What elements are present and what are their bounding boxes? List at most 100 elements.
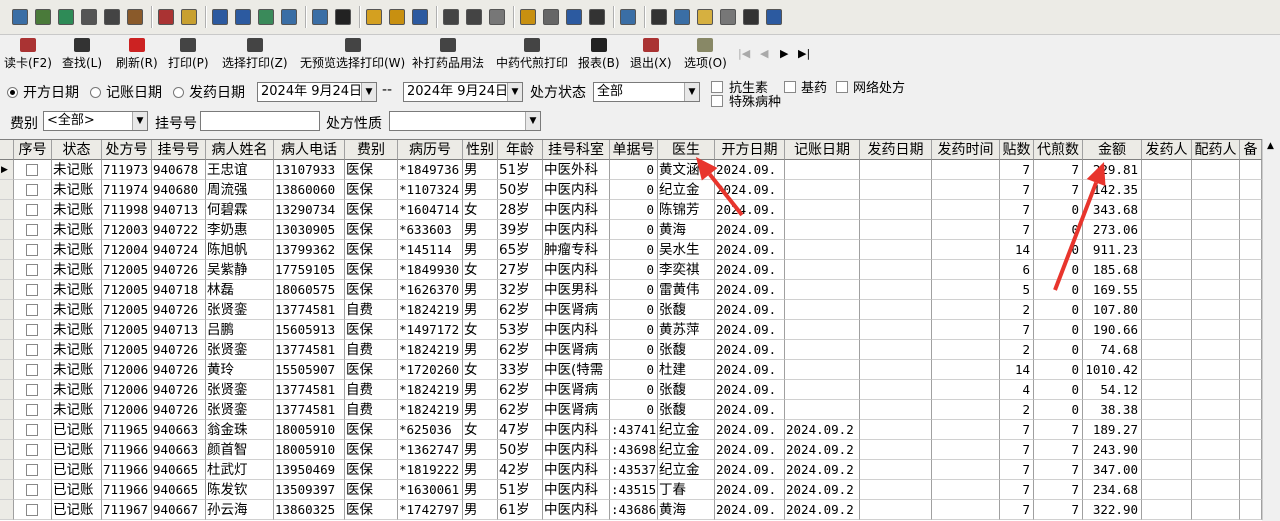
- col-status-cell[interactable]: 已记账: [52, 460, 102, 480]
- col-patient-phone-cell[interactable]: 13774581: [274, 400, 345, 420]
- col-patient-name-cell[interactable]: 李奶惠: [206, 220, 274, 240]
- select-checkbox-cell[interactable]: [14, 320, 52, 340]
- col-compounder-cell[interactable]: [1192, 180, 1240, 200]
- col-dispense-date-cell[interactable]: [860, 400, 932, 420]
- col-gender-header[interactable]: 性别: [463, 140, 498, 160]
- col-record-no-cell[interactable]: *1720260: [398, 360, 463, 380]
- col-amount-cell[interactable]: 229.81: [1083, 160, 1142, 180]
- col-status-cell[interactable]: 未记账: [52, 160, 102, 180]
- col-doses-cell[interactable]: 7: [1000, 500, 1034, 520]
- doc-edit-icon[interactable]: [212, 9, 228, 25]
- radio-account-date[interactable]: [90, 87, 101, 98]
- col-status-cell[interactable]: 未记账: [52, 400, 102, 420]
- table-row[interactable]: 未记账 712006 940726 张贤銮 13774581 自费 *1824219 男 62岁…: [0, 400, 1262, 420]
- col-patient-phone-cell[interactable]: 18005910: [274, 420, 345, 440]
- col-reg-no-cell[interactable]: 940680: [152, 180, 206, 200]
- col-doctor-cell[interactable]: 丁春: [658, 480, 715, 500]
- col-rx-date-cell[interactable]: 2024.09.: [715, 360, 785, 380]
- table-row[interactable]: 未记账 712004 940724 陈旭帆 13799362 医保 *145114 男 65岁肿…: [0, 240, 1262, 260]
- col-gender-cell[interactable]: 女: [463, 260, 498, 280]
- col-age-cell[interactable]: 62岁: [498, 400, 543, 420]
- col-compounder-cell[interactable]: [1192, 280, 1240, 300]
- col-dept-cell[interactable]: 中医(特需: [543, 360, 610, 380]
- row-indicator[interactable]: [0, 280, 14, 300]
- col-dispenser-cell[interactable]: [1142, 160, 1192, 180]
- col-amount-cell[interactable]: 347.00: [1083, 460, 1142, 480]
- col-doc-no-header[interactable]: 单据号: [610, 140, 658, 160]
- col-dispense-time-cell[interactable]: [932, 320, 1000, 340]
- col-account-date-cell[interactable]: [785, 220, 860, 240]
- col-doc-no-cell[interactable]: 0: [610, 220, 658, 240]
- col-dept-cell[interactable]: 中医男科: [543, 280, 610, 300]
- col-doc-no-cell[interactable]: 0: [610, 400, 658, 420]
- col-gender-cell[interactable]: 女: [463, 420, 498, 440]
- col-rx-date-cell[interactable]: 2024.09.: [715, 240, 785, 260]
- col-reg-no-cell[interactable]: 940726: [152, 260, 206, 280]
- refresh-button[interactable]: 刷新(R): [116, 38, 158, 74]
- col-dept-cell[interactable]: 中医内科: [543, 320, 610, 340]
- col-remark-cell[interactable]: [1240, 460, 1262, 480]
- col-rx-no-cell[interactable]: 711965: [102, 420, 152, 440]
- col-fee-type-cell[interactable]: 医保: [345, 480, 398, 500]
- col-record-no-cell[interactable]: *1819222: [398, 460, 463, 480]
- col-patient-name-cell[interactable]: 颜首智: [206, 440, 274, 460]
- col-gender-cell[interactable]: 男: [463, 300, 498, 320]
- row-indicator[interactable]: [0, 480, 14, 500]
- col-age-cell[interactable]: 62岁: [498, 380, 543, 400]
- magnifier-icon[interactable]: [566, 9, 582, 25]
- col-status-cell[interactable]: 已记账: [52, 420, 102, 440]
- row-indicator[interactable]: [0, 320, 14, 340]
- col-patient-name-cell[interactable]: 黄玲: [206, 360, 274, 380]
- col-doctor-cell[interactable]: 陈锦芳: [658, 200, 715, 220]
- col-record-no-cell[interactable]: *1362747: [398, 440, 463, 460]
- col-doctor-cell[interactable]: 吴水生: [658, 240, 715, 260]
- scroll-up-icon[interactable]: ▲: [1267, 141, 1274, 151]
- select-checkbox-cell[interactable]: [14, 220, 52, 240]
- checkbox-essential-drug[interactable]: [784, 81, 796, 93]
- col-dispense-time-cell[interactable]: [932, 380, 1000, 400]
- col-fee-type-cell[interactable]: 医保: [345, 240, 398, 260]
- col-amount-cell[interactable]: 190.66: [1083, 320, 1142, 340]
- col-rx-no-cell[interactable]: 712005: [102, 300, 152, 320]
- col-patient-phone-cell[interactable]: 13860325: [274, 500, 345, 520]
- col-patient-phone-cell[interactable]: 13860060: [274, 180, 345, 200]
- col-doctor-cell[interactable]: 纪立金: [658, 440, 715, 460]
- col-dispense-date-cell[interactable]: [860, 360, 932, 380]
- col-age-cell[interactable]: 51岁: [498, 160, 543, 180]
- select-checkbox-cell[interactable]: [14, 180, 52, 200]
- col-doctor-cell[interactable]: 黄苏萍: [658, 320, 715, 340]
- col-remark-cell[interactable]: [1240, 500, 1262, 520]
- col-fee-type-cell[interactable]: 医保: [345, 220, 398, 240]
- row-select-checkbox[interactable]: [26, 324, 38, 336]
- col-account-date-cell[interactable]: [785, 200, 860, 220]
- calendar-icon[interactable]: [235, 9, 251, 25]
- select-checkbox-cell[interactable]: [14, 200, 52, 220]
- col-dept-cell[interactable]: 中医内科: [543, 180, 610, 200]
- col-patient-name-header[interactable]: 病人姓名: [206, 140, 274, 160]
- col-gender-cell[interactable]: 男: [463, 440, 498, 460]
- col-dispenser-cell[interactable]: [1142, 360, 1192, 380]
- col-rx-date-cell[interactable]: 2024.09.: [715, 480, 785, 500]
- col-doc-no-cell[interactable]: 0: [610, 200, 658, 220]
- col-reg-no-cell[interactable]: 940713: [152, 320, 206, 340]
- col-dispense-date-cell[interactable]: [860, 240, 932, 260]
- checkbox-special-disease[interactable]: [711, 95, 723, 107]
- bell-icon[interactable]: [389, 9, 405, 25]
- col-status-cell[interactable]: 已记账: [52, 480, 102, 500]
- nav-last-button[interactable]: ▶|: [798, 47, 810, 60]
- col-reg-no-cell[interactable]: 940726: [152, 400, 206, 420]
- col-fee-type-cell[interactable]: 自费: [345, 380, 398, 400]
- row-indicator[interactable]: [0, 300, 14, 320]
- col-fee-type-cell[interactable]: 医保: [345, 280, 398, 300]
- col-doctor-header[interactable]: 医生: [658, 140, 715, 160]
- col-doctor-cell[interactable]: 黄海: [658, 500, 715, 520]
- col-remark-cell[interactable]: [1240, 400, 1262, 420]
- col-doctor-cell[interactable]: 李奕祺: [658, 260, 715, 280]
- col-compounder-cell[interactable]: [1192, 360, 1240, 380]
- row-select-checkbox[interactable]: [26, 384, 38, 396]
- table-row[interactable]: 已记账 711965 940663 翁金珠 18005910 医保 *625036 女 47岁中…: [0, 420, 1262, 440]
- col-rx-date-cell[interactable]: 2024.09.: [715, 260, 785, 280]
- col-rx-date-cell[interactable]: 2024.09.: [715, 500, 785, 520]
- col-rx-no-cell[interactable]: 711974: [102, 180, 152, 200]
- col-doses-cell[interactable]: 14: [1000, 360, 1034, 380]
